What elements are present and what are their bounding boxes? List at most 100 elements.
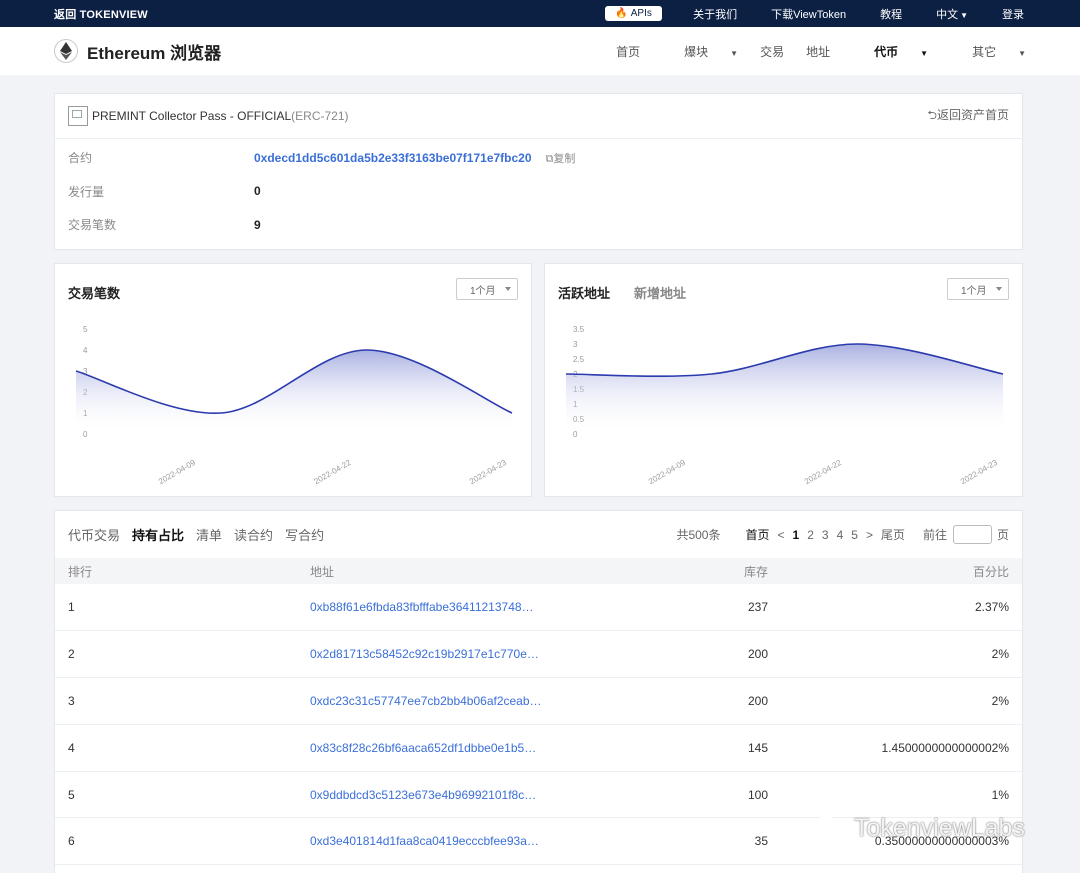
- nav-address[interactable]: 地址: [806, 43, 830, 60]
- watermark: TokenviewLabs: [812, 814, 1025, 843]
- wechat-icon: [813, 816, 848, 841]
- page-3-button[interactable]: 3: [822, 528, 829, 542]
- caret-down-icon: ▼: [920, 48, 929, 58]
- holder-address-link[interactable]: 0xb88f61e6fbda83fbfffabe36411213748…: [310, 584, 710, 632]
- caret-down-icon: ▼: [730, 48, 739, 58]
- tab-inventory[interactable]: 清单: [196, 525, 222, 544]
- main-nav: Ethereum 浏览器 首页 爆块 ▼ 交易 地址 代币 ▼ 其它 ▼: [0, 27, 1080, 75]
- col-rank: 排行: [68, 564, 93, 579]
- holder-address-link[interactable]: 0x2d81713c58452c92c19b2917e1c770e…: [310, 630, 710, 679]
- balance-cell: 237: [710, 584, 768, 632]
- holder-address-link[interactable]: 0xd3e401814d1faa8ca0419ecccbfee93a…: [310, 817, 710, 866]
- return-icon: ⮌: [927, 107, 937, 122]
- balance-cell: 200: [710, 677, 768, 725]
- rank-cell: 3: [55, 677, 310, 725]
- page-1-button[interactable]: 1: [793, 528, 800, 542]
- table-row: 1 0xb88f61e6fbda83fbfffabe36411213748… 237…: [55, 584, 1022, 632]
- percentage-cell: 2%: [768, 677, 1022, 725]
- pagination: 共500条 首页 < 1 2 3 4 5 > 尾页 前往 页: [676, 525, 1009, 544]
- tx-count-chart-card: 交易笔数 1个月 5432102022-04-092022-04-222022-…: [54, 263, 532, 497]
- fire-icon: 🔥: [615, 8, 628, 19]
- active-address-chart: 3.532.521.510.502022-04-092022-04-222022…: [565, 325, 1004, 487]
- table-row: 4 0x83c8f28c26bf6aaca652df1dbbe0e1b5… 145 1…: [55, 724, 1022, 772]
- tab-holders[interactable]: 持有占比: [132, 525, 184, 544]
- last-page-button[interactable]: 尾页: [881, 526, 905, 543]
- x-tick-label: 2022-04-22: [313, 458, 353, 487]
- active-address-chart-card: 活跃地址 新增地址 1个月 3.532.521.510.502022-04-09…: [544, 263, 1023, 497]
- tx-count-value: 9: [254, 217, 261, 232]
- token-image-icon: [68, 106, 88, 126]
- x-tick-label: 2022-04-23: [468, 458, 508, 487]
- balance-cell: 200: [710, 630, 768, 679]
- first-page-button[interactable]: 首页: [745, 526, 769, 543]
- page-2-button[interactable]: 2: [807, 528, 814, 542]
- tx-count-chart: 5432102022-04-092022-04-222022-04-23: [75, 325, 513, 487]
- page-5-button[interactable]: 5: [851, 528, 858, 542]
- contract-row: 合约 0xdecd1dd5c601da5b2e33f3163be07f171e7…: [55, 141, 1022, 175]
- page-jump-input[interactable]: [952, 525, 992, 544]
- percentage-cell: 1%: [768, 771, 1022, 819]
- tab-write-contract[interactable]: 写合约: [285, 525, 324, 544]
- rank-cell: 6: [55, 817, 310, 866]
- x-tick-label: 2022-04-23: [959, 458, 999, 487]
- percentage-cell: 1.4500000000000002%: [768, 724, 1022, 772]
- rank-cell: 2: [55, 630, 310, 679]
- next-page-button[interactable]: >: [866, 528, 873, 542]
- copy-button[interactable]: ⧉复制: [546, 150, 576, 166]
- nav-home[interactable]: 首页: [616, 43, 640, 60]
- token-standard: (ERC-721): [291, 109, 349, 123]
- back-to-tokenview-link[interactable]: 返回 TOKENVIEW: [54, 6, 148, 22]
- x-tick-label: 2022-04-22: [803, 458, 843, 487]
- back-to-assets-link[interactable]: ⮌返回资产首页: [927, 106, 1009, 127]
- nav-menu: 首页 爆块 ▼ 交易 地址 代币 ▼ 其它 ▼: [594, 43, 1026, 60]
- tx-count-label: 交易笔数: [68, 218, 117, 233]
- holder-address-link[interactable]: 0xdc23c31c57747ee7cb2bb4b06af2ceab…: [310, 677, 710, 725]
- percentage-cell: 2.37%: [768, 584, 1022, 632]
- col-balance: 库存: [743, 564, 768, 579]
- balance-cell: 145: [710, 724, 768, 772]
- supply-value: 0: [254, 184, 261, 199]
- contract-address-link[interactable]: 0xdecd1dd5c601da5b2e33f3163be07f171e7fbc…: [254, 151, 532, 165]
- total-count: 共500条: [676, 528, 721, 542]
- tx-count-row: 交易笔数 9: [55, 208, 1022, 242]
- holder-address-link[interactable]: 0x83c8f28c26bf6aaca652df1dbbe0e1b5…: [310, 724, 710, 772]
- login-link[interactable]: 登录: [1002, 6, 1024, 22]
- nav-others[interactable]: 其它 ▼: [950, 43, 1026, 60]
- balance-cell: 100: [710, 771, 768, 819]
- balance-cell: 35: [710, 817, 768, 866]
- page-4-button[interactable]: 4: [837, 528, 844, 542]
- nav-tokens[interactable]: 代币 ▼: [852, 43, 928, 60]
- percentage-cell: 2%: [768, 630, 1022, 679]
- language-dropdown[interactable]: 中文 ▼: [936, 6, 968, 22]
- download-viewtoken-link[interactable]: 下载ViewToken: [771, 6, 846, 22]
- ethereum-icon: [54, 39, 78, 63]
- y-tick-label: 3: [573, 340, 578, 349]
- top-bar: 返回 TOKENVIEW 🔥 APIs 关于我们 下载ViewToken 教程 …: [0, 0, 1080, 27]
- tutorial-link[interactable]: 教程: [880, 6, 902, 22]
- page-unit-label: 页: [996, 528, 1009, 542]
- contract-label: 合约: [68, 151, 93, 166]
- tab-read-contract[interactable]: 读合约: [234, 525, 273, 544]
- y-tick-label: 4: [83, 346, 88, 355]
- holder-address-link[interactable]: 0x9ddbdcd3c5123e673e4b96992101f8c…: [310, 771, 710, 819]
- rank-cell: 4: [55, 724, 310, 772]
- nav-transactions[interactable]: 交易: [760, 43, 784, 60]
- rank-cell: 1: [55, 584, 310, 632]
- x-tick-label: 2022-04-09: [647, 458, 687, 487]
- prev-page-button[interactable]: <: [777, 528, 784, 542]
- nav-blocks[interactable]: 爆块 ▼: [662, 43, 738, 60]
- caret-down-icon: ▼: [1018, 48, 1026, 58]
- apis-button[interactable]: 🔥 APIs: [605, 6, 663, 21]
- token-header: PREMINT Collector Pass - OFFICIAL (ERC-7…: [55, 94, 1022, 139]
- tab-token-transfers[interactable]: 代币交易: [68, 525, 120, 544]
- col-percentage: 百分比: [972, 564, 1009, 579]
- table-row: 3 0xdc23c31c57747ee7cb2bb4b06af2ceab… 200 2…: [55, 677, 1022, 725]
- series-area: [76, 350, 512, 434]
- y-tick-label: 5: [83, 325, 88, 334]
- holders-tabs-row: 代币交易 持有占比 清单 读合约 写合约 共500条 首页 < 1 2 3 4 …: [55, 511, 1022, 558]
- table-row: 5 0x9ddbdcd3c5123e673e4b96992101f8c… 100 1%: [55, 771, 1022, 819]
- about-link[interactable]: 关于我们: [693, 6, 737, 22]
- logo[interactable]: Ethereum 浏览器: [54, 39, 221, 64]
- supply-row: 发行量 0: [55, 175, 1022, 209]
- brand-title: Ethereum 浏览器: [87, 43, 222, 63]
